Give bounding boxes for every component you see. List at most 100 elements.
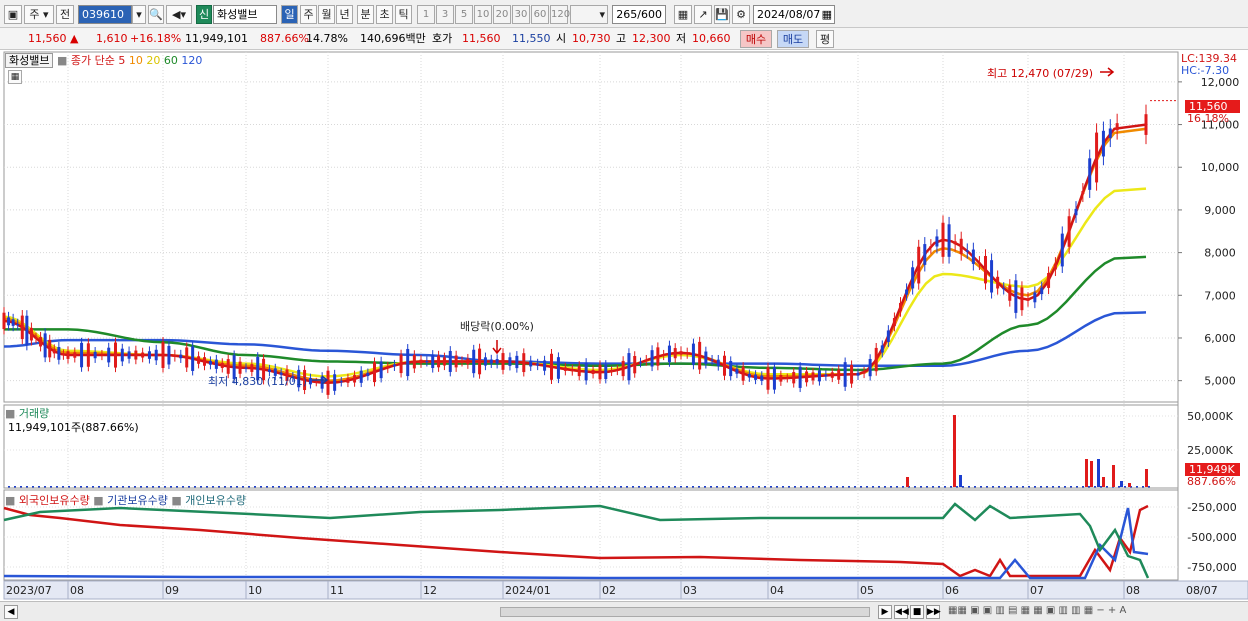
volume-bar	[200, 486, 202, 488]
rewind-icon[interactable]: ◀◀	[894, 605, 909, 619]
x-tick-label: 03	[683, 584, 697, 597]
volume-bar	[98, 486, 100, 488]
candle-body	[508, 357, 512, 366]
interval-button-5[interactable]: 5	[455, 5, 473, 24]
candle-body	[208, 361, 212, 365]
candle-body	[729, 361, 733, 377]
bar-count-field[interactable]: 265/600	[612, 5, 666, 24]
volume-bar	[242, 486, 244, 488]
window-menu-icon[interactable]: ▣	[4, 5, 22, 24]
volume-bar	[458, 486, 460, 488]
scroll-bar[interactable]: ◀ ▶ ◀◀ ■ ▶▶ ▦▦ ▣ ▣ ▥ ▤ ▦ ▦ ▣ ▥ ▥ ▦ − + A	[0, 601, 1248, 621]
candle-body	[203, 357, 206, 366]
period-button-3[interactable]: 년	[336, 5, 353, 24]
interval-button-10[interactable]: 10	[474, 5, 492, 24]
stock-code-input[interactable]: 039610	[78, 5, 132, 24]
up-triangle-icon: ▲	[70, 32, 79, 45]
volume-bar	[464, 486, 466, 488]
stop-icon[interactable]: ■	[910, 605, 924, 619]
candle-body	[100, 354, 104, 356]
calendar-icon[interactable]: ▦	[822, 6, 832, 23]
period-button-1[interactable]: 주	[300, 5, 317, 24]
average-button[interactable]: 평	[816, 30, 834, 48]
candle-body	[536, 363, 540, 366]
candle-body	[862, 371, 866, 374]
volume-bar	[1070, 486, 1072, 488]
interval-button-3[interactable]: 3	[436, 5, 454, 24]
period-button-2[interactable]: 월	[318, 5, 335, 24]
buy-button[interactable]: 매수	[740, 30, 772, 48]
candle-body	[792, 372, 796, 384]
scroll-right-icon[interactable]: ▶	[878, 605, 892, 619]
candle-body	[627, 353, 631, 381]
candle-body	[785, 377, 789, 379]
period-select[interactable]: 주 ▾	[24, 5, 54, 24]
period-button-4[interactable]: 분	[357, 5, 374, 24]
volume-bar	[1097, 459, 1100, 487]
interval-button-1[interactable]: 1	[417, 5, 435, 24]
interval-button-20[interactable]: 20	[493, 5, 511, 24]
volume-bar	[650, 486, 652, 488]
indicator-icon[interactable]: ↗	[694, 5, 712, 24]
table-toggle-icon[interactable]: ▦	[8, 70, 22, 84]
interval-button-30[interactable]: 30	[512, 5, 530, 24]
zoom-controls[interactable]: ▦▦ ▣ ▣ ▥ ▤ ▦ ▦ ▣ ▥ ▥ ▦ − + A	[948, 605, 1248, 619]
candle-body	[550, 353, 553, 380]
x-tick-label: 08	[1126, 584, 1140, 597]
forward-icon[interactable]: ▶▶	[926, 605, 941, 619]
candle-body	[850, 365, 854, 384]
interval-button-60[interactable]: 60	[531, 5, 549, 24]
candle-body	[667, 345, 671, 363]
save-icon[interactable]: 💾	[714, 5, 730, 24]
volume-bar	[644, 486, 646, 488]
prev-button[interactable]: 전	[56, 5, 74, 24]
code-dropdown-icon[interactable]: ▾	[132, 5, 146, 24]
volume-bar	[848, 486, 850, 488]
stock-name-tag[interactable]: 화성밸브	[5, 53, 54, 68]
x-tick-label-right: 08/07	[1186, 584, 1218, 597]
candle-body	[57, 346, 61, 360]
chart-area[interactable]: 12,000 11,000 10,000 9,000 8,000 7,000 6,000 5,…	[0, 50, 1248, 603]
volume-bar	[1090, 461, 1093, 487]
volume-bar	[1100, 486, 1102, 488]
period-button-6[interactable]: 틱	[395, 5, 412, 24]
candle-body	[1002, 288, 1006, 290]
sound-icon[interactable]: ◀▾	[166, 5, 192, 24]
candle-body	[267, 369, 271, 372]
candle-body	[419, 359, 423, 364]
change-percent: +16.18%	[130, 32, 182, 45]
volume-bar	[878, 486, 880, 488]
volume-bar	[608, 486, 610, 488]
volume-bar	[914, 486, 916, 488]
date-field[interactable]: 2024/08/07 ▦	[753, 5, 835, 24]
candle-body	[984, 255, 987, 284]
compare-icon[interactable]: ▦	[674, 5, 692, 24]
period-button-5[interactable]: 초	[376, 5, 393, 24]
candle-body	[779, 375, 783, 382]
candle-body	[191, 346, 195, 371]
x-tick-label: 04	[770, 584, 784, 597]
volume-bar	[170, 486, 172, 488]
candle-body	[615, 369, 619, 371]
volume-bar	[1120, 481, 1123, 487]
volume-bar	[404, 486, 406, 488]
candle-body	[1115, 123, 1119, 131]
custom-period-select[interactable]: ▾	[570, 5, 608, 24]
stock-name-field[interactable]: 화성밸브	[213, 5, 277, 24]
volume-bar	[638, 486, 640, 488]
gear-icon[interactable]: ⚙	[732, 5, 750, 24]
price-chart-svg[interactable]: 12,00011,00010,0009,0008,0007,0006,0005,…	[0, 50, 1248, 603]
candle-body	[650, 350, 654, 367]
volume-bar	[668, 486, 670, 488]
x-tick-label: 11	[330, 584, 344, 597]
sell-button[interactable]: 매도	[777, 30, 809, 48]
volume-bar	[776, 486, 778, 488]
scroll-left-icon[interactable]: ◀	[4, 605, 18, 619]
interval-button-120[interactable]: 120	[550, 5, 570, 24]
candle-body	[1020, 287, 1024, 311]
period-button-0[interactable]: 일	[281, 5, 298, 24]
scroll-thumb[interactable]	[500, 607, 870, 617]
candle-body	[93, 351, 97, 359]
candle-body	[716, 359, 720, 367]
search-icon[interactable]: 🔍	[148, 5, 164, 24]
